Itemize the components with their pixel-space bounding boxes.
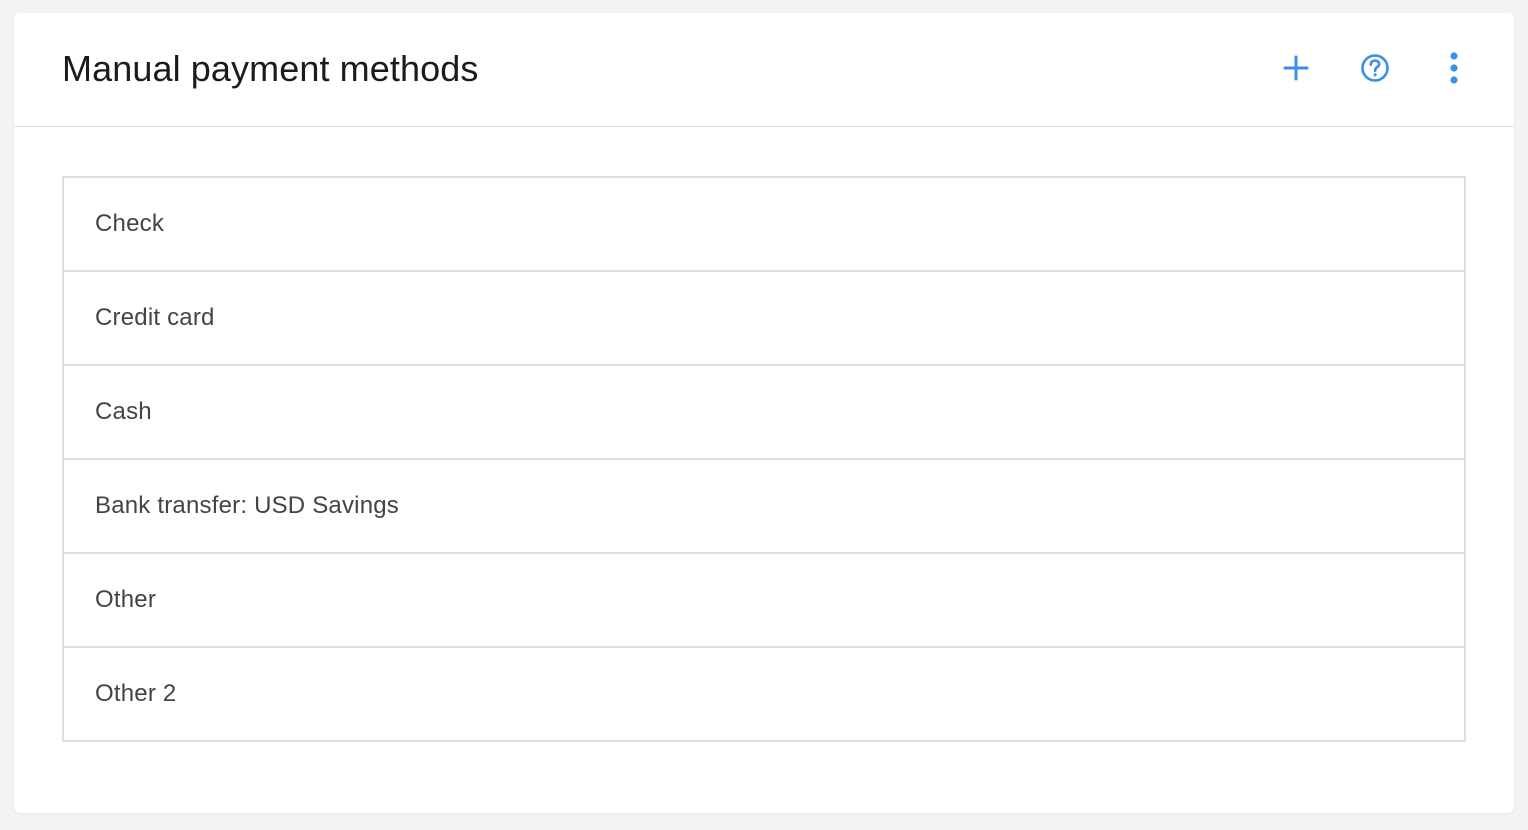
page-title: Manual payment methods	[62, 48, 479, 89]
list-item[interactable]: Bank transfer: USD Savings	[64, 460, 1464, 554]
add-button[interactable]	[1280, 49, 1312, 87]
plus-icon	[1283, 55, 1309, 81]
vertical-dots-icon	[1450, 52, 1458, 84]
help-button[interactable]	[1359, 49, 1391, 87]
payment-methods-card: Manual payment methods Check Credit card…	[14, 13, 1514, 813]
method-label: Other 2	[95, 680, 177, 707]
list-item[interactable]: Cash	[64, 366, 1464, 460]
list-item[interactable]: Credit card	[64, 272, 1464, 366]
method-label: Check	[95, 210, 165, 237]
card-header: Manual payment methods	[14, 13, 1514, 127]
question-circle-icon	[1361, 54, 1389, 82]
method-label: Credit card	[95, 304, 215, 331]
card-body: Check Credit card Cash Bank transfer: US…	[62, 176, 1466, 742]
header-actions	[1280, 49, 1470, 87]
list-item[interactable]: Other	[64, 554, 1464, 648]
list-item[interactable]: Check	[64, 178, 1464, 272]
method-label: Bank transfer: USD Savings	[95, 492, 399, 519]
list-item[interactable]: Other 2	[64, 648, 1464, 742]
payment-method-list: Check Credit card Cash Bank transfer: US…	[62, 176, 1466, 742]
method-label: Other	[95, 586, 157, 613]
method-label: Cash	[95, 398, 152, 425]
more-options-button[interactable]	[1438, 49, 1470, 87]
